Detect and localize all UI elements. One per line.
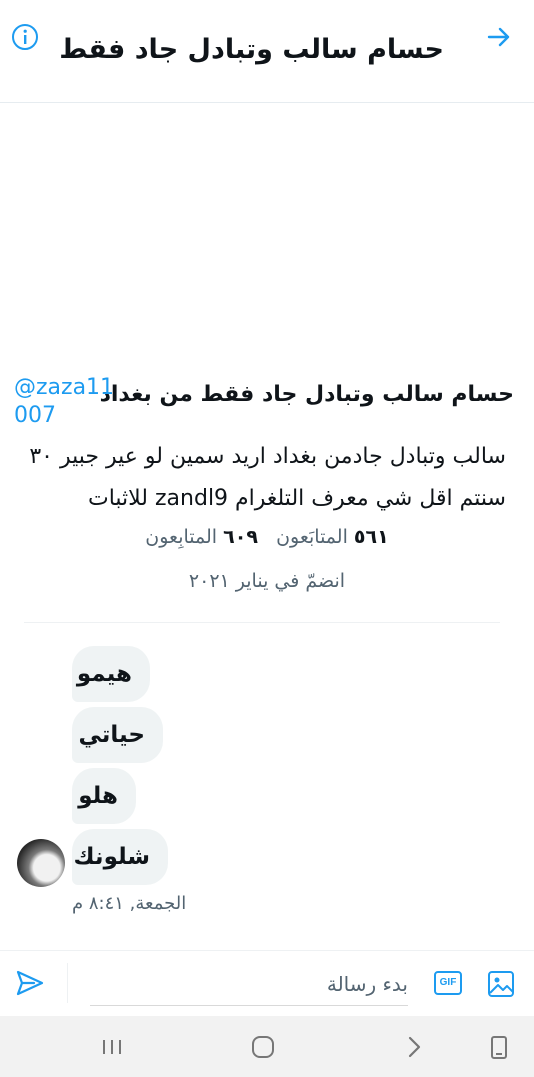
joined-date: انضمّ في يناير ٢٠٢١: [188, 570, 346, 592]
profile-stats: ٥٦١ المتابَعون ٦٠٩ المتابِعون: [0, 526, 534, 548]
message-bubble[interactable]: شلونك: [72, 829, 168, 885]
gif-button[interactable]: GIF: [434, 971, 462, 995]
message-composer: GIF: [0, 950, 534, 1017]
home-icon[interactable]: [248, 1032, 278, 1062]
message-input[interactable]: [90, 963, 408, 1006]
conversation-title: حسام سالب وتبادل جاد فقط ...: [60, 34, 444, 65]
recent-apps-icon[interactable]: [97, 1032, 127, 1062]
following-label[interactable]: المتابَعون: [276, 526, 348, 548]
message-bubble[interactable]: حياتي: [72, 707, 163, 763]
send-icon[interactable]: [14, 967, 46, 999]
conversation-header: حسام سالب وتبادل جاد فقط ...: [0, 0, 534, 103]
section-divider: [24, 622, 500, 623]
composer-separator: [67, 963, 68, 1003]
message-timestamp: الجمعة, ٨:٤١ م: [72, 893, 187, 914]
message-bubble[interactable]: هلو: [72, 768, 136, 824]
arrow-right-icon[interactable]: [484, 22, 514, 52]
message-bubble[interactable]: هيمو: [72, 646, 150, 702]
back-chevron-icon[interactable]: [399, 1032, 429, 1062]
following-count[interactable]: ٥٦١: [354, 526, 389, 548]
system-navigation-bar: [0, 1016, 534, 1077]
info-icon[interactable]: [10, 22, 40, 52]
image-icon[interactable]: [486, 969, 516, 999]
followers-count[interactable]: ٦٠٩: [223, 526, 258, 548]
profile-bio: سالب وتبادل جادمن بغداد اريد سمين لو عير…: [29, 444, 506, 511]
followers-label[interactable]: المتابِعون: [145, 526, 217, 548]
profile-handle[interactable]: @zaza11007: [14, 374, 124, 430]
avatar[interactable]: [17, 839, 65, 887]
profile-name-row: حسام سالب وتبادل جاد فقط من بغداد @zaza1…: [14, 368, 514, 428]
profile-name[interactable]: حسام سالب وتبادل جاد فقط من بغداد: [100, 382, 514, 407]
rotate-screen-icon[interactable]: [484, 1032, 514, 1062]
